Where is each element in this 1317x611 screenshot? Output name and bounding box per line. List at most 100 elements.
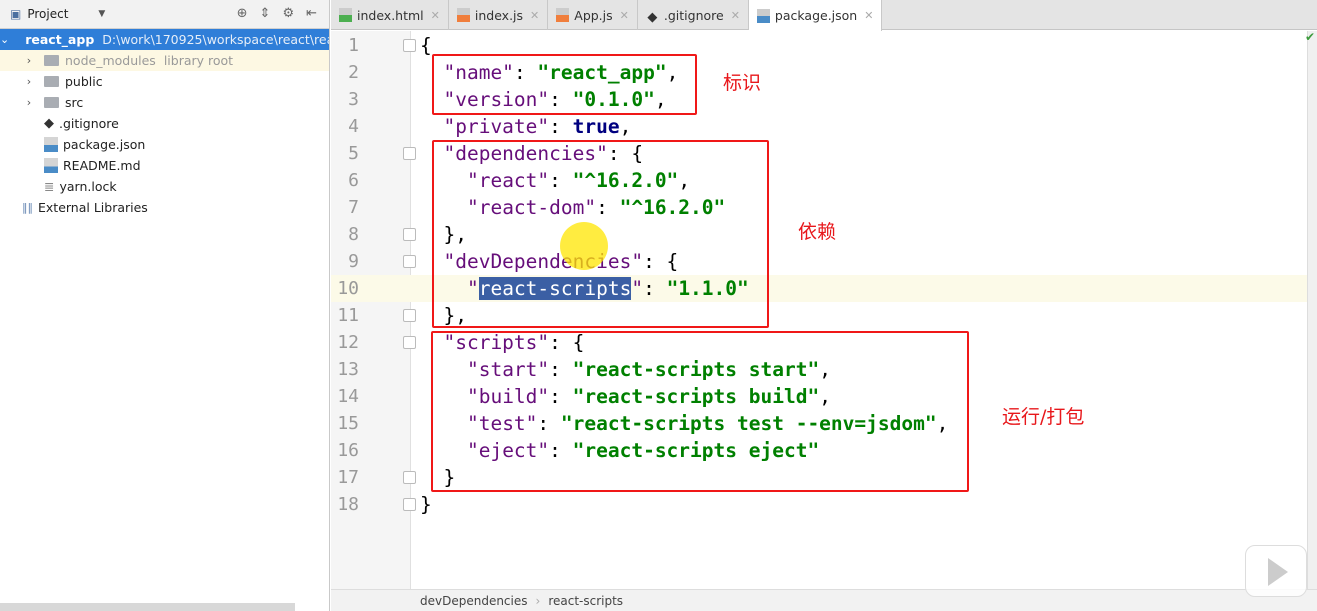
tree-item[interactable]: › node_modules library root <box>0 50 329 71</box>
code-text: } <box>420 491 432 518</box>
json-file-icon <box>44 137 58 152</box>
gear-icon[interactable]: ⚙ <box>282 6 294 21</box>
code-text: { <box>420 32 432 59</box>
tree-item-label: package.json <box>63 137 146 152</box>
line-number: 11 <box>337 305 359 326</box>
line-number: 10 <box>337 278 359 299</box>
tree-external-libraries[interactable]: ‖‖ External Libraries <box>0 197 329 218</box>
checkmark-icon: ✔ <box>1304 30 1315 44</box>
chevron-right-icon: › <box>535 593 541 608</box>
file-icon <box>756 8 770 23</box>
annotation-box-identity <box>432 54 697 115</box>
project-view-icon: ▣ <box>10 7 22 21</box>
tab-indexjs[interactable]: index.js ✕ <box>449 0 549 30</box>
tree-root-react-app[interactable]: ⌄ react_app D:\work\170925\workspace\rea… <box>0 29 329 50</box>
close-icon[interactable]: ✕ <box>864 9 873 22</box>
md-file-icon <box>44 158 58 173</box>
line-number: 8 <box>348 224 359 245</box>
chevron-right-icon[interactable]: › <box>22 96 36 109</box>
fold-marker-icon[interactable] <box>403 147 416 160</box>
line-number: 14 <box>337 386 359 407</box>
breadcrumb-item[interactable]: react-scripts <box>548 594 623 608</box>
line-number: 12 <box>337 332 359 353</box>
vertical-scrollbar[interactable] <box>1307 31 1317 589</box>
line-number: 9 <box>348 251 359 272</box>
fold-marker-icon[interactable] <box>403 498 416 511</box>
tree-item[interactable]: › src <box>0 92 329 113</box>
tree-item[interactable]: › public <box>0 71 329 92</box>
annotation-identity: 标识 <box>723 72 762 94</box>
code-token: , <box>619 115 632 138</box>
tree-item[interactable]: ◆ .gitignore <box>0 113 329 134</box>
chevron-right-icon[interactable]: › <box>22 75 36 88</box>
line-number: 18 <box>337 494 359 515</box>
annotation-scripts: 运行/打包 <box>1002 406 1085 428</box>
line-number: 3 <box>348 89 359 110</box>
code-token: } <box>420 493 432 516</box>
annotation-dependencies: 依赖 <box>798 221 837 243</box>
tab-label: package.json <box>774 8 858 23</box>
close-icon[interactable]: ✕ <box>431 9 440 22</box>
horizontal-scrollbar[interactable] <box>0 603 295 611</box>
tree-item-label: README.md <box>63 158 141 173</box>
code-token: : <box>549 115 573 138</box>
tab-Appjs[interactable]: App.js ✕ <box>548 0 638 30</box>
git-icon: ◆ <box>647 10 658 25</box>
file-icon <box>456 8 470 22</box>
locate-icon[interactable]: ⊕ <box>237 6 248 21</box>
breadcrumb: devDependencies › react-scripts <box>331 589 1317 611</box>
chevron-down-icon[interactable]: ⌄ <box>0 33 9 46</box>
fold-marker-icon[interactable] <box>403 471 416 484</box>
root-path: D:\work\170925\workspace\react\react_app <box>102 32 329 47</box>
tree-item[interactable]: ≣ yarn.lock <box>0 176 329 197</box>
project-panel-header: ▣ Project ▼ ⊕ ⇕ ⚙ ⇤ <box>0 0 329 29</box>
project-view-selector[interactable]: Project <box>27 7 68 21</box>
tree-item-sublabel: library root <box>163 53 234 68</box>
chevron-down-icon[interactable]: ▼ <box>98 9 105 19</box>
fold-marker-icon[interactable] <box>403 228 416 241</box>
tab-gitignore[interactable]: ◆ .gitignore ✕ <box>638 0 749 30</box>
tree-item[interactable]: package.json <box>0 134 329 155</box>
line-number: 6 <box>348 170 359 191</box>
code-token: "private" <box>443 115 550 138</box>
fold-marker-icon[interactable] <box>403 309 416 322</box>
fold-marker-icon[interactable] <box>403 255 416 268</box>
code-token: true <box>572 115 620 138</box>
close-icon[interactable]: ✕ <box>731 9 740 22</box>
close-icon[interactable]: ✕ <box>620 9 629 22</box>
close-icon[interactable]: ✕ <box>530 9 539 22</box>
breadcrumb-item[interactable]: devDependencies <box>420 594 528 608</box>
line-number: 1 <box>348 35 359 56</box>
tree-item-label: src <box>65 95 84 110</box>
folder-icon <box>44 76 59 87</box>
tree-item-label: node_modules <box>65 53 156 68</box>
line-number: 17 <box>337 467 359 488</box>
fold-marker-icon[interactable] <box>403 336 416 349</box>
line-number: 5 <box>348 143 359 164</box>
hide-panel-icon[interactable]: ⇤ <box>306 6 317 21</box>
file-icon <box>556 8 570 22</box>
line-number: 13 <box>337 359 359 380</box>
tab-label: index.html <box>357 7 424 23</box>
line-number: 15 <box>337 413 359 434</box>
tab-indexhtml[interactable]: index.html ✕ <box>331 0 449 30</box>
chevron-right-icon[interactable]: › <box>22 54 36 67</box>
git-icon: ◆ <box>44 116 54 131</box>
root-name: react_app <box>25 32 95 47</box>
code-line[interactable]: 18} <box>331 491 1307 518</box>
tree-item-label: .gitignore <box>59 116 119 131</box>
code-line[interactable]: 4 "private": true, <box>331 113 1307 140</box>
project-panel: ▣ Project ▼ ⊕ ⇕ ⚙ ⇤ ⌄ react_app D:\work\… <box>0 0 330 611</box>
folder-icon <box>44 97 59 108</box>
video-play-icon[interactable] <box>1245 545 1307 597</box>
tree-item[interactable]: README.md <box>0 155 329 176</box>
external-libraries-label: External Libraries <box>38 200 148 215</box>
collapse-all-icon[interactable]: ⇕ <box>260 6 271 21</box>
tab-label: index.js <box>474 7 524 23</box>
tab-packagejson[interactable]: package.json ✕ <box>748 0 883 31</box>
tree-item-label: yarn.lock <box>59 179 117 194</box>
folder-icon <box>44 55 59 66</box>
tab-label: App.js <box>574 7 613 23</box>
fold-marker-icon[interactable] <box>403 39 416 52</box>
